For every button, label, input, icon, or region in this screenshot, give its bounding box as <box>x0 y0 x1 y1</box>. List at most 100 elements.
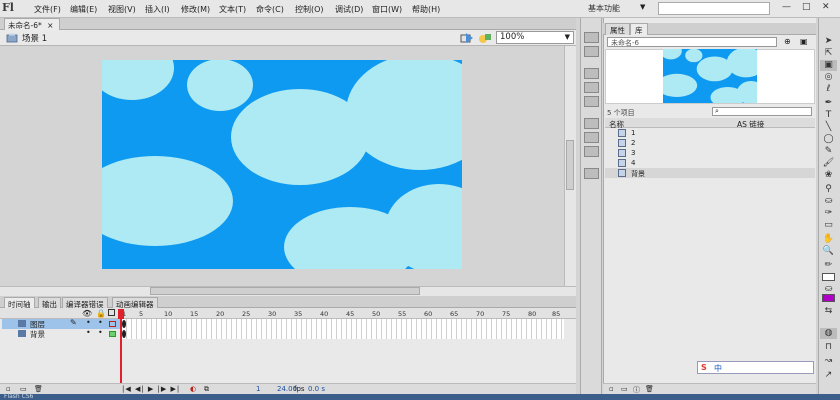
library-search-input[interactable]: ⌕ <box>712 107 812 116</box>
hand-tool-icon[interactable]: ✋ <box>820 234 837 245</box>
tab-timeline[interactable]: 时间轴 <box>4 297 35 309</box>
playhead[interactable] <box>120 309 122 391</box>
help-search-input[interactable] <box>658 2 770 15</box>
minimize-icon[interactable]: — <box>782 2 791 12</box>
outline-color-icon[interactable] <box>109 321 116 327</box>
pin-icon[interactable]: ⊕ <box>784 37 791 46</box>
layer-row[interactable]: 背景 • • <box>2 328 120 340</box>
edit-symbols-icon[interactable] <box>460 32 474 44</box>
snap-icon[interactable]: ⊓ <box>820 342 837 353</box>
stage[interactable] <box>102 60 462 269</box>
zoom-select[interactable]: 100% ▼ <box>496 31 574 44</box>
info-panel-icon[interactable] <box>584 82 599 93</box>
keyframe-icon[interactable] <box>122 320 126 328</box>
eye-icon[interactable]: 👁 <box>82 309 92 318</box>
stroke-color-icon[interactable]: ✏ <box>820 260 837 271</box>
color-panel-icon[interactable] <box>584 32 599 43</box>
menu-help[interactable]: 帮助(H) <box>412 4 440 15</box>
library-item[interactable]: 背景 <box>605 168 815 178</box>
menu-debug[interactable]: 调试(D) <box>335 4 363 15</box>
eraser-tool-icon[interactable]: ▭ <box>820 220 837 231</box>
menu-window[interactable]: 窗口(W) <box>372 4 402 15</box>
bubble-shape[interactable] <box>102 156 233 246</box>
new-library-panel-icon[interactable]: ▣ <box>800 37 808 46</box>
edit-multiple-frames-icon[interactable]: ⧉ <box>204 385 209 394</box>
menu-edit[interactable]: 编辑(E) <box>70 4 97 15</box>
playback-controls[interactable]: |◀ ◀| ▶ |▶ ▶| <box>122 385 180 393</box>
ime-mode[interactable]: 中 <box>714 363 722 374</box>
scene-label[interactable]: 场景 1 <box>22 32 47 44</box>
delete-layer-icon[interactable]: 🗑 <box>34 385 43 393</box>
outline-color-icon[interactable] <box>109 331 116 337</box>
project-panel-icon[interactable] <box>584 168 599 179</box>
bone-tool-icon[interactable]: ⚲ <box>820 184 837 195</box>
free-transform-tool-icon[interactable]: ▣ <box>820 60 837 71</box>
selection-tool-icon[interactable]: ➤ <box>820 36 837 47</box>
workspace-switcher[interactable]: 基本功能 <box>588 3 648 15</box>
components-panel-icon[interactable] <box>584 132 599 143</box>
lock-dot-icon[interactable]: • <box>98 328 103 337</box>
menu-insert[interactable]: 插入(I) <box>145 4 170 15</box>
eyedropper-tool-icon[interactable]: ✑ <box>820 208 837 219</box>
visibility-dot-icon[interactable]: • <box>86 318 91 327</box>
menu-file[interactable]: 文件(F) <box>34 4 61 15</box>
lock-icon[interactable]: 🔒 <box>96 309 106 318</box>
workspace-arrow-icon[interactable]: ▼ <box>640 3 645 11</box>
layer-name[interactable]: 背景 <box>30 329 45 340</box>
transform-panel-icon[interactable] <box>584 96 599 107</box>
subselection-tool-icon[interactable]: ⇱ <box>820 48 837 59</box>
tab-properties[interactable]: 属性 <box>605 23 630 35</box>
new-layer-icon[interactable]: ▫ <box>6 385 11 393</box>
library-item[interactable]: 3 <box>605 148 815 158</box>
menu-view[interactable]: 视图(V) <box>108 4 136 15</box>
bubble-shape[interactable] <box>187 60 253 111</box>
outline-icon[interactable] <box>108 309 115 316</box>
stage-horizontal-scroll-thumb[interactable] <box>150 287 420 295</box>
stroke-color-swatch[interactable] <box>822 273 835 281</box>
tab-output[interactable]: 输出 <box>38 297 61 309</box>
delete-icon[interactable]: 🗑 <box>645 385 654 393</box>
bubble-shape[interactable] <box>385 184 462 269</box>
swatches-panel-icon[interactable] <box>584 46 599 57</box>
menu-modify[interactable]: 修改(M) <box>181 4 210 15</box>
pencil-tool-icon[interactable]: ✎ <box>820 146 837 157</box>
tab-close-icon[interactable]: × <box>47 21 53 30</box>
ime-toolbar[interactable]: S 中 <box>697 361 814 374</box>
library-document-select[interactable]: 未命名-6 <box>607 37 777 47</box>
keyframe-icon[interactable] <box>122 330 126 338</box>
menu-control[interactable]: 控制(O) <box>295 4 324 15</box>
code-snippets-icon[interactable] <box>584 118 599 129</box>
new-folder-icon[interactable]: ▭ <box>621 385 628 393</box>
3d-rotation-tool-icon[interactable]: ◎ <box>820 72 837 83</box>
smooth-icon[interactable]: ↝ <box>820 356 837 367</box>
visibility-dot-icon[interactable]: • <box>86 328 91 337</box>
swap-colors-icon[interactable]: ⇆ <box>820 306 837 317</box>
close-icon[interactable]: ✕ <box>822 2 830 12</box>
menu-text[interactable]: 文本(T) <box>219 4 246 15</box>
object-drawing-icon[interactable]: ◍ <box>820 328 837 339</box>
lock-dot-icon[interactable]: • <box>98 318 103 327</box>
onion-skin-icon[interactable]: ◐ <box>190 385 196 393</box>
deco-tool-icon[interactable]: ❀ <box>820 170 837 181</box>
tab-library[interactable]: 库 <box>630 23 648 35</box>
maximize-icon[interactable]: □ <box>802 2 811 12</box>
library-item[interactable]: 1 <box>605 128 815 138</box>
line-tool-icon[interactable]: ╲ <box>820 122 837 133</box>
edit-scene-icon[interactable] <box>478 32 492 44</box>
library-item[interactable]: 4 <box>605 158 815 168</box>
frame-ruler[interactable]: 1 5 10 15 20 25 30 35 40 45 50 55 60 65 … <box>122 309 564 319</box>
pen-tool-icon[interactable]: ✒ <box>820 98 837 109</box>
fill-color-swatch[interactable] <box>822 294 835 302</box>
document-tab[interactable]: 未命名-6* × <box>4 18 60 30</box>
tab-compiler-errors[interactable]: 编译器错误 <box>62 297 108 309</box>
tab-motion-editor[interactable]: 动画编辑器 <box>112 297 158 309</box>
align-panel-icon[interactable] <box>584 68 599 79</box>
taskbar-label[interactable]: Flash CS6 <box>4 393 33 400</box>
new-folder-icon[interactable]: ▭ <box>20 385 27 393</box>
oval-tool-icon[interactable]: ◯ <box>820 134 837 145</box>
zoom-tool-icon[interactable]: 🔍 <box>820 246 837 257</box>
stage-vertical-scroll-thumb[interactable] <box>566 140 574 190</box>
brush-tool-icon[interactable]: 🖌 <box>820 158 837 169</box>
text-tool-icon[interactable]: T <box>820 110 837 121</box>
lasso-tool-icon[interactable]: ℓ <box>820 84 837 95</box>
